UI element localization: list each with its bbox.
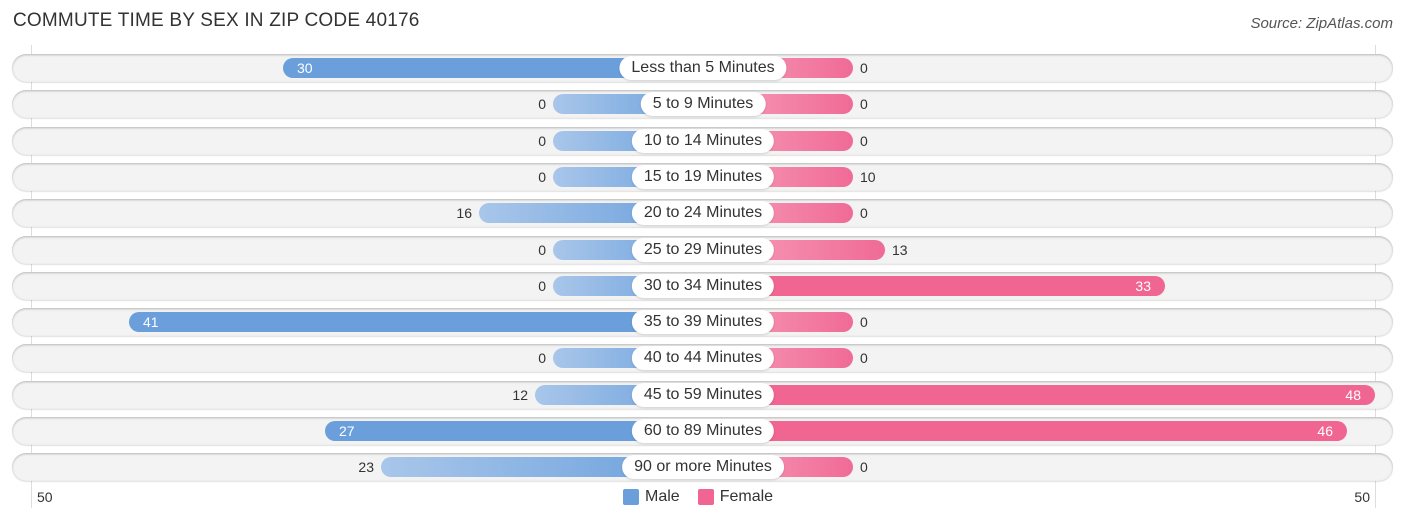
- value-label-male: 41: [143, 314, 159, 331]
- value-label-female: 0: [860, 205, 868, 222]
- legend-male-swatch: [623, 489, 639, 505]
- category-label: Less than 5 Minutes: [619, 56, 787, 80]
- category-label: 40 to 44 Minutes: [631, 346, 775, 371]
- category-label: 5 to 9 Minutes: [640, 92, 766, 117]
- category-label: 25 to 29 Minutes: [631, 237, 775, 262]
- value-label-female: 0: [860, 314, 868, 331]
- value-label-female: 48: [1345, 386, 1361, 403]
- value-label-female: 10: [860, 168, 876, 185]
- legend-female-swatch: [697, 489, 714, 505]
- category-label: 30 to 34 Minutes: [631, 273, 775, 298]
- value-label-male: 0: [538, 277, 546, 294]
- legend-female-label: Female: [719, 488, 774, 505]
- source-label: Source: ZipAtlas.com: [1250, 15, 1393, 32]
- bar-female: [703, 384, 1375, 405]
- value-label-female: 0: [860, 60, 868, 76]
- category-label: 20 to 24 Minutes: [631, 201, 775, 226]
- bar-male: [129, 312, 703, 333]
- chart-title: COMMUTE TIME BY SEX IN ZIP CODE 40176: [13, 10, 420, 31]
- category-label: 90 or more Minutes: [622, 455, 784, 480]
- value-label-male: 0: [538, 241, 546, 258]
- value-label-male: 0: [538, 132, 546, 149]
- value-label-male: 12: [512, 386, 528, 403]
- value-label-male: 0: [538, 96, 546, 113]
- category-label: 10 to 14 Minutes: [631, 128, 775, 153]
- value-label-male: 23: [358, 459, 374, 476]
- value-label-male: 16: [456, 205, 472, 222]
- value-label-female: 0: [860, 132, 868, 149]
- axis-left-label: 50: [37, 489, 53, 505]
- value-label-female: 46: [1317, 423, 1333, 439]
- category-label: 60 to 89 Minutes: [631, 419, 775, 443]
- value-label-female: 13: [892, 241, 908, 258]
- legend: Male Female: [623, 488, 773, 506]
- value-label-female: 33: [1135, 277, 1151, 294]
- legend-male-label: Male: [645, 488, 680, 505]
- value-label-female: 0: [860, 459, 868, 476]
- value-label-female: 0: [860, 96, 868, 113]
- value-label-male: 0: [538, 350, 546, 367]
- bar-female: [703, 421, 1347, 441]
- value-label-female: 0: [860, 350, 868, 367]
- axis-right-label: 50: [1354, 489, 1370, 505]
- category-label: 45 to 59 Minutes: [631, 382, 775, 407]
- category-label: 35 to 39 Minutes: [631, 310, 775, 335]
- value-label-male: 0: [538, 168, 546, 185]
- value-label-male: 27: [339, 423, 355, 439]
- category-label: 15 to 19 Minutes: [631, 164, 775, 189]
- value-label-male: 30: [297, 60, 313, 76]
